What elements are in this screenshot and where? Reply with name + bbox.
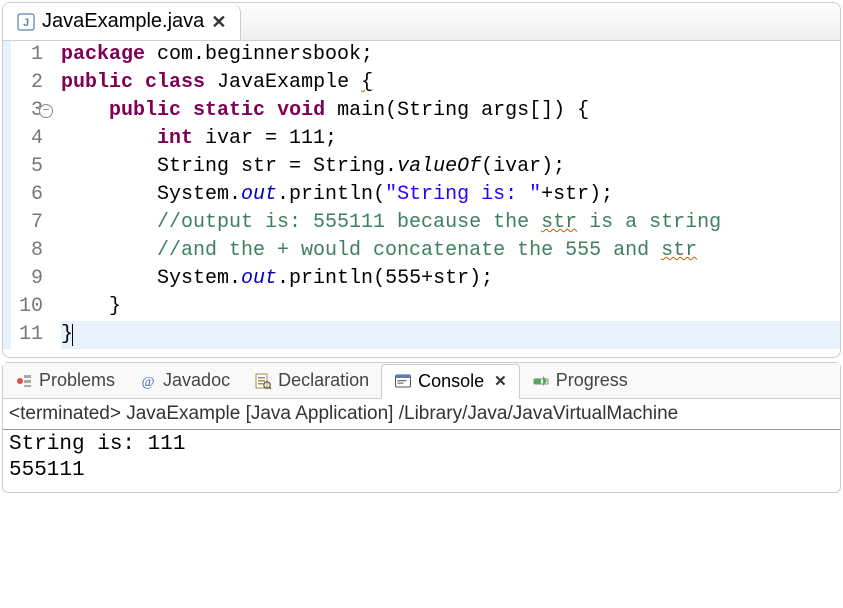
line-number: 8: [11, 237, 43, 265]
editor-tabbar: J JavaExample.java ✕: [3, 3, 840, 41]
problems-icon: [15, 372, 33, 390]
code-line[interactable]: String str = String.valueOf(ivar);: [61, 153, 840, 181]
view-tab-label: Declaration: [278, 370, 369, 391]
close-icon[interactable]: ✕: [494, 374, 507, 389]
line-number: 9: [11, 265, 43, 293]
code-line[interactable]: System.out.println("String is: "+str);: [61, 181, 840, 209]
line-number: 10: [11, 293, 43, 321]
svg-text:J: J: [23, 17, 29, 29]
console-status: <terminated> JavaExample [Java Applicati…: [3, 399, 840, 427]
code-line[interactable]: }: [61, 321, 840, 349]
view-tab-problems[interactable]: Problems: [3, 363, 127, 398]
code-line[interactable]: package com.beginnersbook;: [61, 41, 840, 69]
close-icon[interactable]: ✕: [211, 13, 226, 31]
view-tab-progress[interactable]: Progress: [520, 363, 640, 398]
view-tab-label: Progress: [556, 370, 628, 391]
line-number: 4: [11, 125, 43, 153]
code-line[interactable]: public class JavaExample {: [61, 69, 840, 97]
line-number: 2: [11, 69, 43, 97]
console-icon: [394, 372, 412, 390]
progress-icon: [532, 372, 550, 390]
svg-text:@: @: [142, 375, 155, 390]
line-number: 1: [11, 41, 43, 69]
editor-tab-javaexample[interactable]: J JavaExample.java ✕: [3, 3, 241, 40]
view-tab-declaration[interactable]: Declaration: [242, 363, 381, 398]
view-tab-javadoc[interactable]: @ Javadoc: [127, 363, 242, 398]
declaration-icon: [254, 372, 272, 390]
javadoc-icon: @: [139, 372, 157, 390]
view-tab-label: Console: [418, 371, 484, 392]
view-tab-label: Problems: [39, 370, 115, 391]
views-tabbar: Problems @ Javadoc Declaration Console ✕ Progr…: [3, 363, 840, 399]
line-number: 6: [11, 181, 43, 209]
code-area: 123−4567891011 package com.beginnersbook…: [3, 41, 840, 357]
line-gutter: 123−4567891011: [11, 41, 51, 349]
editor-tab-label: JavaExample.java: [42, 10, 204, 33]
fold-toggle-icon[interactable]: −: [39, 104, 53, 118]
code-body[interactable]: package com.beginnersbook;public class J…: [51, 41, 840, 349]
code-line[interactable]: int ivar = 111;: [61, 125, 840, 153]
line-number: 11: [11, 321, 43, 349]
code-line[interactable]: System.out.println(555+str);: [61, 265, 840, 293]
bottom-panel: Problems @ Javadoc Declaration Console ✕ Progr…: [2, 362, 841, 493]
divider: [3, 429, 840, 430]
code-line[interactable]: //and the + would concatenate the 555 an…: [61, 237, 840, 265]
java-file-icon: J: [17, 13, 35, 31]
console-output: String is: 111 555111: [3, 432, 840, 492]
editor-left-margin: [3, 41, 11, 349]
view-tab-console[interactable]: Console ✕: [381, 364, 520, 399]
view-tab-label: Javadoc: [163, 370, 230, 391]
line-number: 7: [11, 209, 43, 237]
text-cursor: [72, 324, 73, 346]
code-line[interactable]: }: [61, 293, 840, 321]
editor-panel: J JavaExample.java ✕ 123−4567891011 pack…: [2, 2, 841, 358]
code-line[interactable]: //output is: 555111 because the str is a…: [61, 209, 840, 237]
line-number: 5: [11, 153, 43, 181]
code-line[interactable]: public static void main(String args[]) {: [61, 97, 840, 125]
